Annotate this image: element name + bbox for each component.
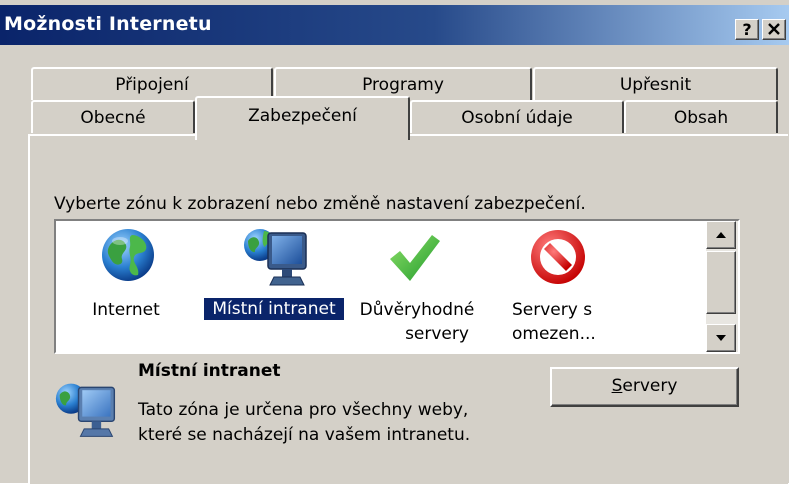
close-icon	[768, 23, 780, 35]
servers-button[interactable]: Servery	[550, 367, 739, 407]
help-button[interactable]: ?	[735, 19, 759, 40]
servers-button-label-rest: ervery	[622, 376, 678, 396]
tab-obecne[interactable]: Obecné	[31, 100, 195, 133]
zone-restricted-label-line2: omezen...	[512, 324, 596, 344]
zone-instruction-text: Vyberte zónu k zobrazení nebo změně nast…	[54, 194, 586, 214]
scroll-up-button[interactable]	[706, 221, 736, 249]
title-bar[interactable]: Možnosti Internetu ?	[0, 5, 789, 45]
restricted-icon[interactable]	[528, 227, 588, 291]
intranet-monitor-icon[interactable]	[242, 225, 312, 293]
selected-zone-description: Tato zóna je určena pro všechny weby, kt…	[138, 400, 471, 445]
close-button[interactable]	[762, 19, 786, 40]
zone-list-scrollbar[interactable]	[706, 221, 738, 352]
tab-upresnit[interactable]: Upřesnit	[533, 67, 778, 100]
dialog-window: Možnosti Internetu ? Připojení Programy …	[0, 0, 789, 484]
zone-internet-label[interactable]: Internet	[78, 298, 174, 322]
zone-restricted-label[interactable]: Servery s omezen...	[502, 298, 628, 346]
zone-intranet-label[interactable]: Místní intranet	[203, 297, 345, 321]
globe-icon[interactable]	[100, 227, 156, 287]
zone-trusted-label-line1: Důvěryhodné	[359, 300, 475, 320]
zone-restricted-label-line1: Servery s	[512, 300, 593, 320]
tab-obsah[interactable]: Obsah	[624, 100, 778, 133]
servers-button-accelerator: S	[611, 376, 623, 396]
arrow-down-icon	[716, 335, 726, 341]
selected-zone-intranet-icon	[54, 379, 120, 445]
selected-zone-name: Místní intranet	[138, 361, 281, 381]
zone-trusted-label-line2: servery	[405, 324, 469, 344]
tab-zabezpeceni[interactable]: Zabezpečení	[195, 96, 410, 140]
arrow-up-icon	[716, 232, 726, 238]
checkmark-icon[interactable]	[386, 229, 442, 289]
zone-list[interactable]: Internet Místní intranet Důvěryhodné ser…	[54, 219, 740, 354]
zone-trusted-label[interactable]: Důvěryhodné servery	[352, 298, 482, 346]
scroll-down-button[interactable]	[706, 324, 736, 352]
window-title: Možnosti Internetu	[4, 13, 212, 35]
scroll-thumb[interactable]	[706, 251, 736, 314]
tab-osobni-udaje[interactable]: Osobní údaje	[410, 100, 624, 133]
